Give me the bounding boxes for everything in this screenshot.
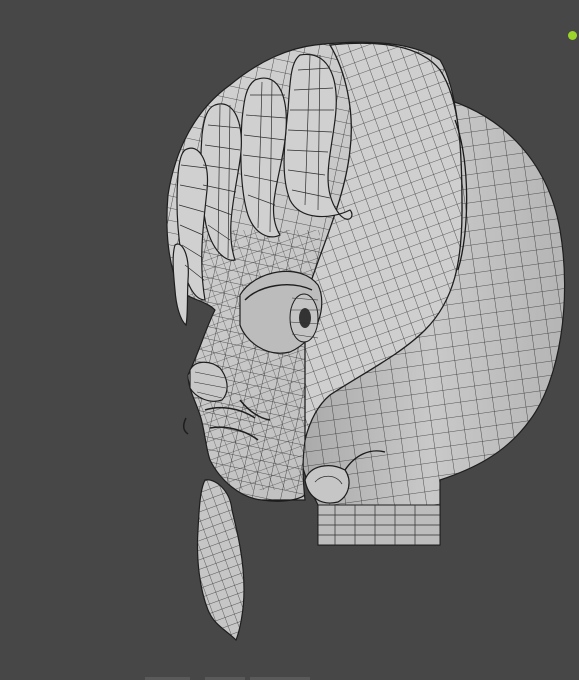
- 3d-viewport[interactable]: [0, 0, 579, 680]
- head-mesh-wireframe[interactable]: [0, 0, 579, 680]
- status-dot-icon: [568, 31, 577, 40]
- beard-tuft: [196, 479, 245, 642]
